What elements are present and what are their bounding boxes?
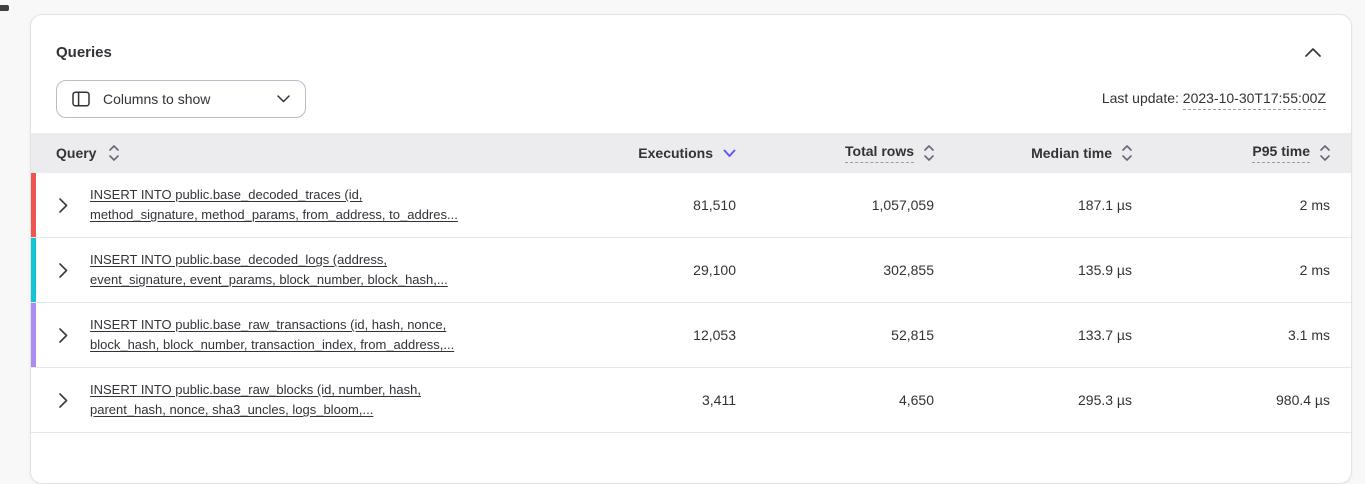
total-rows-value: 1,057,059	[736, 197, 934, 213]
sort-unsorted-icon	[924, 145, 934, 161]
column-header-query: Query	[56, 146, 96, 161]
expand-row-button[interactable]	[59, 393, 68, 408]
sort-button-total-rows[interactable]	[924, 145, 934, 161]
column-header-median-time: Median time	[1031, 146, 1112, 161]
executions-value: 3,411	[538, 392, 736, 408]
row-accent-bar	[31, 303, 36, 367]
chevron-right-icon	[59, 393, 68, 408]
median-time-value: 135.9 µs	[934, 262, 1132, 278]
median-time-value: 295.3 µs	[934, 392, 1132, 408]
query-link[interactable]: INSERT INTO public.base_raw_blocks (id, …	[90, 380, 421, 420]
total-rows-value: 4,650	[736, 392, 934, 408]
sort-button-median-time[interactable]	[1122, 145, 1132, 161]
row-accent-bar	[31, 238, 36, 302]
expand-row-button[interactable]	[59, 263, 68, 278]
last-update: Last update: 2023-10-30T17:55:00Z	[1102, 90, 1326, 108]
columns-to-show-button[interactable]: Columns to show	[56, 80, 306, 118]
query-link[interactable]: INSERT INTO public.base_raw_transactions…	[90, 315, 454, 355]
expand-row-button[interactable]	[59, 198, 68, 213]
queries-table: Query Executions Total rows	[31, 133, 1351, 433]
executions-value: 12,053	[538, 327, 736, 343]
screen-edge-artifact	[0, 5, 9, 11]
panel-title: Queries	[56, 44, 112, 61]
column-header-total-rows[interactable]: Total rows	[845, 144, 914, 163]
median-time-value: 133.7 µs	[934, 327, 1132, 343]
executions-value: 81,510	[538, 197, 736, 213]
chevron-down-icon	[277, 95, 290, 103]
p95-time-value: 2 ms	[1132, 197, 1330, 213]
columns-button-label: Columns to show	[103, 91, 277, 107]
sort-unsorted-icon	[1122, 145, 1132, 161]
p95-time-value: 3.1 ms	[1132, 327, 1330, 343]
table-row: INSERT INTO public.base_raw_blocks (id, …	[31, 368, 1351, 433]
sort-descending-icon	[723, 149, 736, 158]
p95-time-value: 980.4 µs	[1132, 392, 1330, 408]
columns-layout-icon	[72, 90, 90, 108]
sort-button-p95-time[interactable]	[1320, 145, 1330, 161]
table-row: INSERT INTO public.base_raw_transactions…	[31, 303, 1351, 368]
collapse-panel-button[interactable]	[1300, 41, 1326, 63]
query-link[interactable]: INSERT INTO public.base_decoded_traces (…	[90, 185, 458, 225]
expand-row-button[interactable]	[59, 328, 68, 343]
chevron-right-icon	[59, 198, 68, 213]
total-rows-value: 302,855	[736, 262, 934, 278]
last-update-label: Last update:	[1102, 90, 1179, 106]
last-update-timestamp[interactable]: 2023-10-30T17:55:00Z	[1183, 90, 1326, 110]
table-row: INSERT INTO public.base_decoded_logs (ad…	[31, 238, 1351, 303]
median-time-value: 187.1 µs	[934, 197, 1132, 213]
sort-unsorted-icon	[109, 145, 119, 161]
table-header-row: Query Executions Total rows	[31, 133, 1351, 173]
queries-panel: Queries Columns to show Last update: 202…	[30, 14, 1352, 484]
total-rows-value: 52,815	[736, 327, 934, 343]
chevron-right-icon	[59, 328, 68, 343]
column-header-executions: Executions	[638, 146, 713, 161]
row-accent-bar	[31, 173, 36, 237]
sort-button-executions[interactable]	[723, 149, 736, 158]
table-row: INSERT INTO public.base_decoded_traces (…	[31, 173, 1351, 238]
chevron-up-icon	[1305, 48, 1321, 57]
sort-button-query[interactable]	[109, 145, 119, 161]
row-accent-bar	[31, 368, 36, 432]
executions-value: 29,100	[538, 262, 736, 278]
sort-unsorted-icon	[1320, 145, 1330, 161]
query-link[interactable]: INSERT INTO public.base_decoded_logs (ad…	[90, 250, 448, 290]
p95-time-value: 2 ms	[1132, 262, 1330, 278]
chevron-right-icon	[59, 263, 68, 278]
column-header-p95-time[interactable]: P95 time	[1252, 144, 1310, 163]
